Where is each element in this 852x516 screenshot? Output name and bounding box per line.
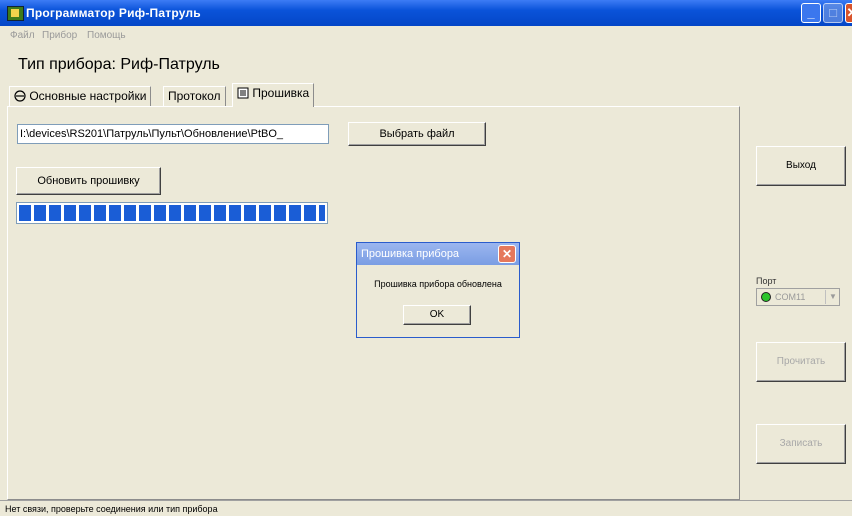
app-icon: [7, 6, 24, 21]
port-value: COM11: [775, 292, 806, 302]
title-bar[interactable]: Программатор Риф-Патруль _ □ ✕: [0, 0, 852, 26]
tab-firmware-label: Прошивка: [252, 86, 310, 100]
tab-protocol-label: Протокол: [168, 89, 221, 103]
dialog-title-bar[interactable]: Прошивка прибора ✕: [357, 243, 519, 265]
update-firmware-button[interactable]: Обновить прошивку: [16, 167, 161, 195]
tab-main-settings[interactable]: Основные настройки: [9, 86, 152, 106]
chevron-down-icon[interactable]: ▼: [825, 290, 840, 304]
menu-file[interactable]: Файл: [10, 30, 35, 41]
menu-device[interactable]: Прибор: [42, 30, 77, 41]
dialog-close-button[interactable]: ✕: [498, 245, 516, 263]
menu-help[interactable]: Помощь: [87, 30, 126, 41]
choose-file-button[interactable]: Выбрать файл: [348, 122, 486, 146]
window-title: Программатор Риф-Патруль: [26, 6, 201, 20]
device-type-title: Тип прибора: Риф-Патруль: [18, 56, 220, 73]
tab-main-settings-label: Основные настройки: [29, 89, 147, 103]
firmware-file-path-field[interactable]: I:\devices\RS201\Патруль\Пульт\Обновлени…: [17, 124, 329, 144]
firmware-dialog: Прошивка прибора ✕ Прошивка прибора обно…: [356, 242, 520, 338]
firmware-icon: [237, 87, 249, 99]
tab-firmware[interactable]: Прошивка: [232, 83, 315, 107]
port-label: Порт: [756, 276, 777, 286]
write-button[interactable]: Записать: [756, 424, 846, 464]
port-select[interactable]: COM11 ▼: [756, 288, 840, 306]
firmware-progress-bar: [16, 202, 328, 224]
progress-fill: [19, 205, 325, 221]
dialog-message: Прошивка прибора обновлена: [374, 279, 502, 289]
read-button[interactable]: Прочитать: [756, 342, 846, 382]
minimize-button[interactable]: _: [801, 3, 821, 23]
circle-minus-icon: [14, 90, 26, 102]
dialog-ok-button[interactable]: OK: [403, 305, 471, 325]
close-button[interactable]: ✕: [845, 3, 852, 23]
exit-button[interactable]: Выход: [756, 146, 846, 186]
tab-protocol[interactable]: Протокол: [163, 86, 226, 106]
port-status-icon: [761, 292, 771, 302]
maximize-button[interactable]: □: [823, 3, 843, 23]
dialog-title: Прошивка прибора: [361, 248, 460, 260]
status-bar: Нет связи, проверьте соединения или тип …: [0, 500, 852, 516]
menu-bar: Файл Прибор Помощь: [0, 27, 852, 45]
